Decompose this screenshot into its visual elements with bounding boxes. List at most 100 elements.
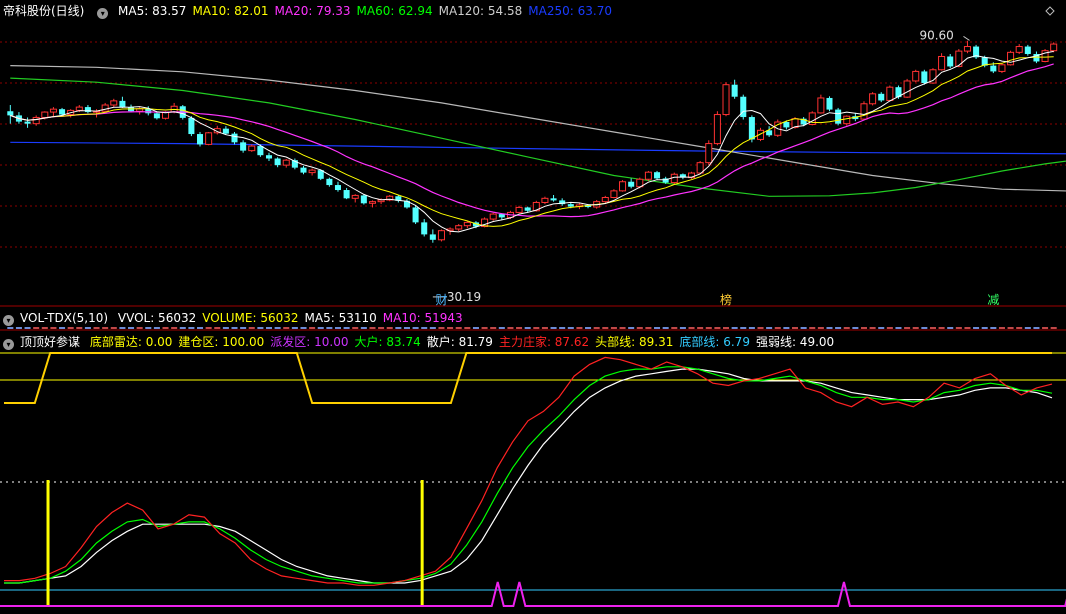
candle-up bbox=[351, 194, 359, 199]
volume-bar bbox=[128, 327, 135, 329]
ma250-line bbox=[10, 141, 1066, 155]
volume-bar bbox=[602, 327, 609, 329]
volume-bar bbox=[300, 327, 307, 329]
volume-bar bbox=[196, 327, 204, 329]
volume-bar bbox=[265, 327, 273, 329]
candle-down bbox=[421, 222, 428, 235]
candle-up bbox=[1007, 51, 1015, 66]
volume-bar bbox=[559, 327, 566, 329]
volume-title[interactable]: VOL-TDX(5,10) bbox=[20, 311, 108, 325]
high-pointer bbox=[963, 35, 970, 41]
volume-bar bbox=[421, 327, 428, 329]
settings-circle-icon[interactable]: ▾ bbox=[3, 315, 14, 326]
candle-up bbox=[938, 55, 946, 71]
candle-up bbox=[644, 171, 652, 180]
indicator-title[interactable]: 顶顶好参谋 bbox=[20, 335, 80, 349]
volume-bar bbox=[136, 327, 143, 329]
volume-bar bbox=[145, 327, 152, 329]
volume-legend: VVOL: 56032 VOLUME: 56032 MA5: 53110 MA10: … bbox=[118, 311, 469, 325]
volume-bar bbox=[84, 327, 91, 329]
ma-legend-item: MA10: 82.01 bbox=[192, 4, 269, 18]
ma-legend-item: MA60: 62.94 bbox=[356, 4, 433, 18]
volume-bar bbox=[757, 327, 764, 329]
volume-bar bbox=[1007, 327, 1014, 329]
candle-down bbox=[783, 122, 790, 128]
volume-bar bbox=[895, 327, 902, 329]
candle-down bbox=[222, 128, 229, 134]
candle-down bbox=[498, 214, 505, 218]
volume-bar bbox=[610, 327, 617, 329]
volume-bar bbox=[904, 327, 911, 329]
volume-bar bbox=[662, 327, 669, 329]
candle-up bbox=[619, 181, 627, 192]
volume-bar bbox=[947, 327, 954, 329]
candle-up bbox=[75, 106, 83, 111]
volume-bar bbox=[748, 327, 755, 329]
candle-up bbox=[463, 221, 471, 227]
indicator-line-0 bbox=[4, 356, 1053, 586]
candle-down bbox=[59, 109, 66, 115]
volume-bar bbox=[567, 327, 574, 329]
candle-up bbox=[437, 230, 445, 241]
volume-bar bbox=[783, 327, 790, 329]
volume-bar bbox=[472, 327, 479, 329]
volume-bar bbox=[248, 327, 255, 329]
volume-bar bbox=[990, 327, 997, 329]
volume-bar bbox=[464, 327, 471, 329]
candle-up bbox=[515, 206, 523, 213]
volume-bar bbox=[240, 327, 247, 329]
volume-bar bbox=[722, 327, 730, 329]
candle-up bbox=[1050, 43, 1058, 52]
volume-bar bbox=[403, 327, 410, 329]
indicator-legend-item: 底部线: 6.79 bbox=[679, 335, 750, 349]
volume-bar bbox=[766, 327, 773, 329]
volume-bar bbox=[334, 327, 342, 329]
price-chart[interactable]: 90.60 30.19财 榜 减 bbox=[0, 0, 1066, 614]
ma5-line bbox=[10, 50, 1054, 233]
volume-bar bbox=[679, 327, 686, 329]
volume-bar bbox=[490, 327, 497, 329]
candle-up bbox=[886, 86, 894, 101]
volume-bar bbox=[929, 327, 936, 329]
volume-bar bbox=[222, 327, 229, 329]
volume-bar bbox=[964, 327, 971, 329]
volume-bar bbox=[912, 327, 919, 329]
volume-bar bbox=[93, 327, 100, 329]
candle-down bbox=[265, 155, 273, 159]
volume-bar bbox=[188, 327, 195, 329]
candle-up bbox=[41, 111, 49, 118]
volume-bar bbox=[800, 327, 807, 329]
volume-bar bbox=[231, 327, 238, 329]
volume-bar bbox=[998, 327, 1005, 329]
volume-bar bbox=[50, 327, 57, 329]
indicator-line-2 bbox=[4, 368, 1053, 584]
candle-down bbox=[412, 207, 419, 223]
candle-down bbox=[628, 181, 635, 187]
indicator-panel-header: ▾ 顶顶好参谋 底部雷达: 0.00 建仓区: 100.00 派发区: 10.00 大户… bbox=[0, 333, 1066, 351]
candle-up bbox=[903, 80, 911, 98]
candle-up bbox=[205, 132, 213, 145]
candle-down bbox=[990, 65, 997, 72]
volume-bar bbox=[481, 327, 488, 329]
volume-bar bbox=[938, 327, 945, 329]
indicator-legend: 底部雷达: 0.00 建仓区: 100.00 派发区: 10.00 大户: 83.74… bbox=[90, 335, 840, 349]
event-marker: 榜 bbox=[720, 292, 732, 307]
settings-circle-icon[interactable]: ▾ bbox=[3, 339, 14, 350]
volume-bar bbox=[7, 327, 14, 329]
candle-up bbox=[963, 46, 971, 52]
stock-title[interactable]: 帝科股份(日线) bbox=[3, 4, 84, 18]
volume-bar bbox=[645, 327, 652, 329]
volume-bar bbox=[343, 327, 350, 329]
volume-legend-item: MA5: 53110 bbox=[304, 311, 377, 325]
volume-bar bbox=[550, 327, 557, 329]
volume-bar bbox=[1024, 327, 1031, 329]
settings-circle-icon[interactable]: ▾ bbox=[97, 8, 109, 19]
indicator-legend-item: 底部雷达: 0.00 bbox=[89, 335, 173, 349]
volume-bar bbox=[455, 327, 462, 329]
candle-down bbox=[748, 117, 755, 140]
volume-bar bbox=[378, 327, 385, 329]
candle-down bbox=[878, 93, 885, 101]
candle-up bbox=[541, 197, 549, 203]
volume-bar bbox=[524, 327, 531, 329]
candle-up bbox=[489, 213, 497, 220]
